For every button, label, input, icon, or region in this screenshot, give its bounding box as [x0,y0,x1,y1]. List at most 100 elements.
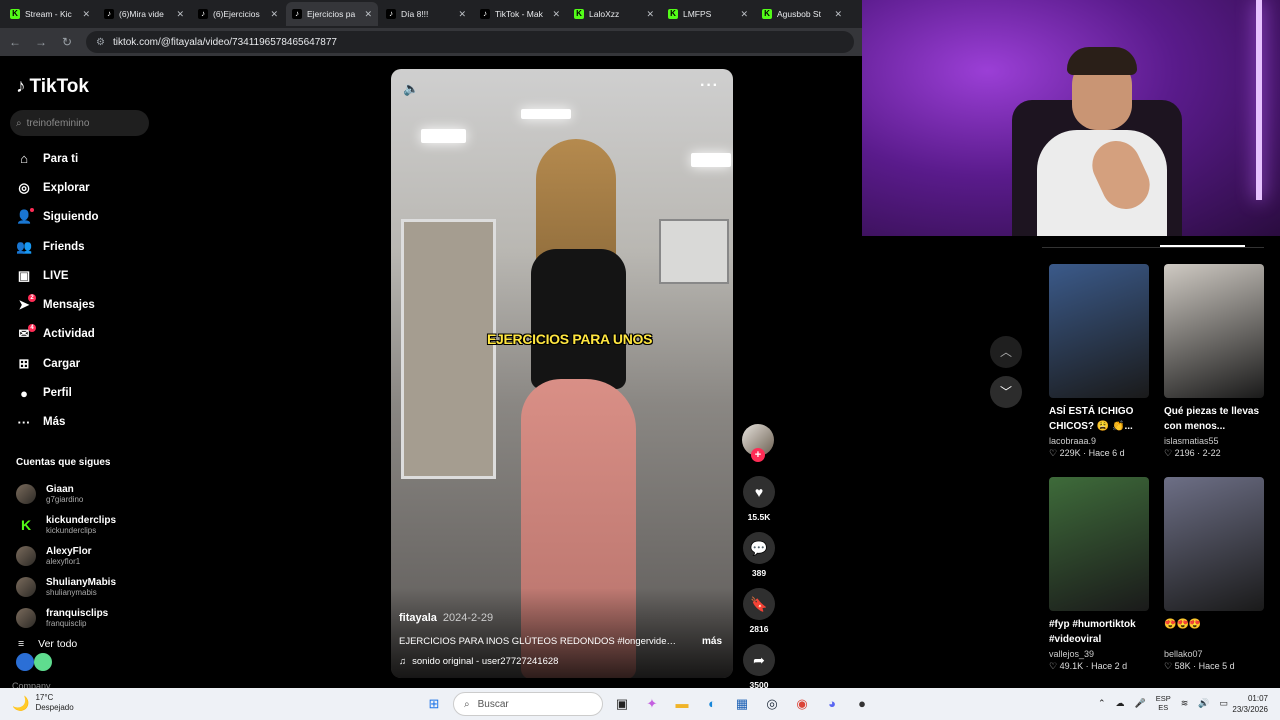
close-icon[interactable]: ✕ [834,9,842,20]
close-icon[interactable]: ✕ [364,9,372,20]
chrome-icon[interactable]: ◉ [791,693,813,715]
card-user[interactable]: lacobraaa.9 [1049,436,1149,446]
sidebar-item-friends[interactable]: 👥 Friends [16,232,99,261]
browser-tab[interactable]: K LMFPS ✕ [662,2,754,26]
follow-plus-icon[interactable]: + [751,448,765,462]
url-text: tiktok.com/@fitayala/video/7341196578465… [112,36,337,48]
volume-icon[interactable]: 🔈 [403,81,419,97]
like-action[interactable]: ♥ 15.5K [742,476,776,522]
task-view-icon[interactable]: ▣ [611,693,633,715]
sidebar-item-profile[interactable]: ● Perfil [16,378,99,407]
sidebar-item-home[interactable]: ⌂ Para ti [16,144,99,173]
share-action[interactable]: ➦ 3500 [742,644,776,690]
video-thumbnail[interactable] [1049,264,1149,398]
author-avatar[interactable]: + [742,424,774,462]
close-icon[interactable]: ✕ [740,9,748,20]
url-field[interactable]: ⚙ tiktok.com/@fitayala/video/73411965784… [86,31,854,53]
tiktok-logo[interactable]: ♪ TikTok [16,76,89,98]
tiktok-icon: ♪ [386,9,396,19]
network-icon[interactable]: ☁ [1116,698,1125,709]
video-sound[interactable]: ♫ sonido original - user27727241628 [399,656,558,667]
sidebar-item-upload[interactable]: ⊞ Cargar [16,349,99,378]
browser-tab[interactable]: ♪ Día 8!!! ✕ [380,2,472,26]
video-thumbnail[interactable] [1049,477,1149,611]
sidebar-item-messages[interactable]: ➤ 2 Mensajes [16,290,99,319]
share-icon[interactable]: ➦ [743,644,775,676]
reload-icon[interactable]: ↻ [60,35,74,49]
following-account[interactable]: Giaan g7giardino [16,478,116,509]
heart-icon[interactable]: ♥ [743,476,775,508]
wifi-icon[interactable]: ≋ [1181,698,1189,709]
sidebar-item-activity[interactable]: ✉ 4 Actividad [16,320,99,349]
power-extension-icon[interactable] [34,653,52,671]
back-icon[interactable]: ← [8,35,22,49]
browser-tab[interactable]: ♪ Ejercicios pa ✕ [286,2,378,26]
video-author[interactable]: fitayala 2024-2-29 [399,612,493,624]
following-account[interactable]: ShulianyMabis shulianymabis [16,571,116,602]
video-thumbnail[interactable] [1164,264,1264,398]
card-title: 😍😍😍 [1164,619,1202,630]
sidebar-item-following[interactable]: 👤 Siguiendo [16,203,99,232]
card-user[interactable]: vallejos_39 [1049,649,1149,659]
close-icon[interactable]: ✕ [552,9,560,20]
bookmark-icon[interactable]: 🔖 [743,588,775,620]
comment-action[interactable]: 💬 389 [742,532,776,578]
play-extension-icon[interactable] [16,653,34,671]
site-info-icon[interactable]: ⚙ [96,37,105,48]
browser-tab[interactable]: ♪ (6)Ejercicios ✕ [192,2,284,26]
windows-start-icon[interactable]: ⊞ [423,693,445,715]
suggested-video-card[interactable]: 😍😍😍 bellako07 ♡ 58K · Hace 5 d [1164,477,1264,690]
sidebar-item-more[interactable]: ··· Más [16,408,99,437]
copilot-icon[interactable]: ✦ [641,693,663,715]
see-all-link[interactable]: ≡ Ver todo [18,638,77,650]
chevron-down-icon[interactable]: ﹀ [990,376,1022,408]
forward-icon[interactable]: → [34,35,48,49]
heart-icon: ♡ [1164,448,1173,458]
store-icon[interactable]: ▦ [731,693,753,715]
suggested-video-card[interactable]: ASÍ ESTÁ ICHIGO CHICOS? 😩 👏... lacobraaa… [1049,264,1149,477]
browser-tab[interactable]: ♪ (6)Mira vide ✕ [98,2,190,26]
tab-title: (6)Ejercicios [213,9,260,19]
sidebar-item-label: Perfil [43,387,72,400]
following-icon: 👤 [16,209,33,225]
card-user[interactable]: islasmatias55 [1164,436,1264,446]
language-indicator[interactable]: ESP ES [1156,694,1171,712]
file-explorer-icon[interactable]: ▬ [671,693,693,715]
more-options-icon[interactable]: ··· [700,77,719,95]
close-icon[interactable]: ✕ [458,9,466,20]
chevron-up-icon[interactable]: ︿ [990,336,1022,368]
close-icon[interactable]: ✕ [646,9,654,20]
browser-tab[interactable]: K Stream - Kic ✕ [4,2,96,26]
edge-icon[interactable]: ◐ [701,693,723,715]
close-icon[interactable]: ✕ [270,9,278,20]
suggested-video-card[interactable]: Qué piezas te llevas con menos... islasm… [1164,264,1264,477]
sidebar-item-compass[interactable]: ◎ Explorar [16,173,99,202]
discord-icon[interactable]: ◕ [821,693,843,715]
video-player[interactable]: EJERCICIOS PARA UNOS 🔈 ··· fitayala 2024-… [391,69,733,678]
browser-tab[interactable]: K Agusbob St ✕ [756,2,848,26]
weather-widget[interactable]: 🌙 17°C Despejado [12,693,74,713]
steam-icon[interactable]: ◎ [761,693,783,715]
avatar [16,545,36,566]
card-user[interactable]: bellako07 [1164,649,1264,659]
microphone-icon[interactable]: 🎤 [1135,698,1146,709]
taskbar-search[interactable]: ⌕ Buscar [453,692,603,716]
following-account[interactable]: Kkickunderclips kickunderclips [16,509,116,540]
obs-icon[interactable]: ● [851,693,873,715]
more-link[interactable]: más [702,636,722,647]
video-navigation: ︿ ﹀ [990,336,1022,416]
save-action[interactable]: 🔖 2816 [742,588,776,634]
close-icon[interactable]: ✕ [176,9,184,20]
clock[interactable]: 01:07 23/3/2026 [1206,693,1268,715]
close-icon[interactable]: ✕ [82,9,90,20]
chevron-up-icon[interactable]: ⌃ [1098,698,1106,709]
comment-icon[interactable]: 💬 [743,532,775,564]
suggested-video-card[interactable]: #fyp #humortiktok #videoviral vallejos_3… [1049,477,1149,690]
following-account[interactable]: AlexyFlor alexyflor1 [16,540,116,571]
search-input[interactable]: ⌕ treinofeminino [10,110,149,136]
following-account[interactable]: franquisclips franquisclip [16,602,116,633]
browser-tab[interactable]: K LaloXzz ✕ [568,2,660,26]
sidebar-item-live[interactable]: ▣ LIVE [16,261,99,290]
video-thumbnail[interactable] [1164,477,1264,611]
browser-tab[interactable]: ♪ TikTok - Mak ✕ [474,2,566,26]
